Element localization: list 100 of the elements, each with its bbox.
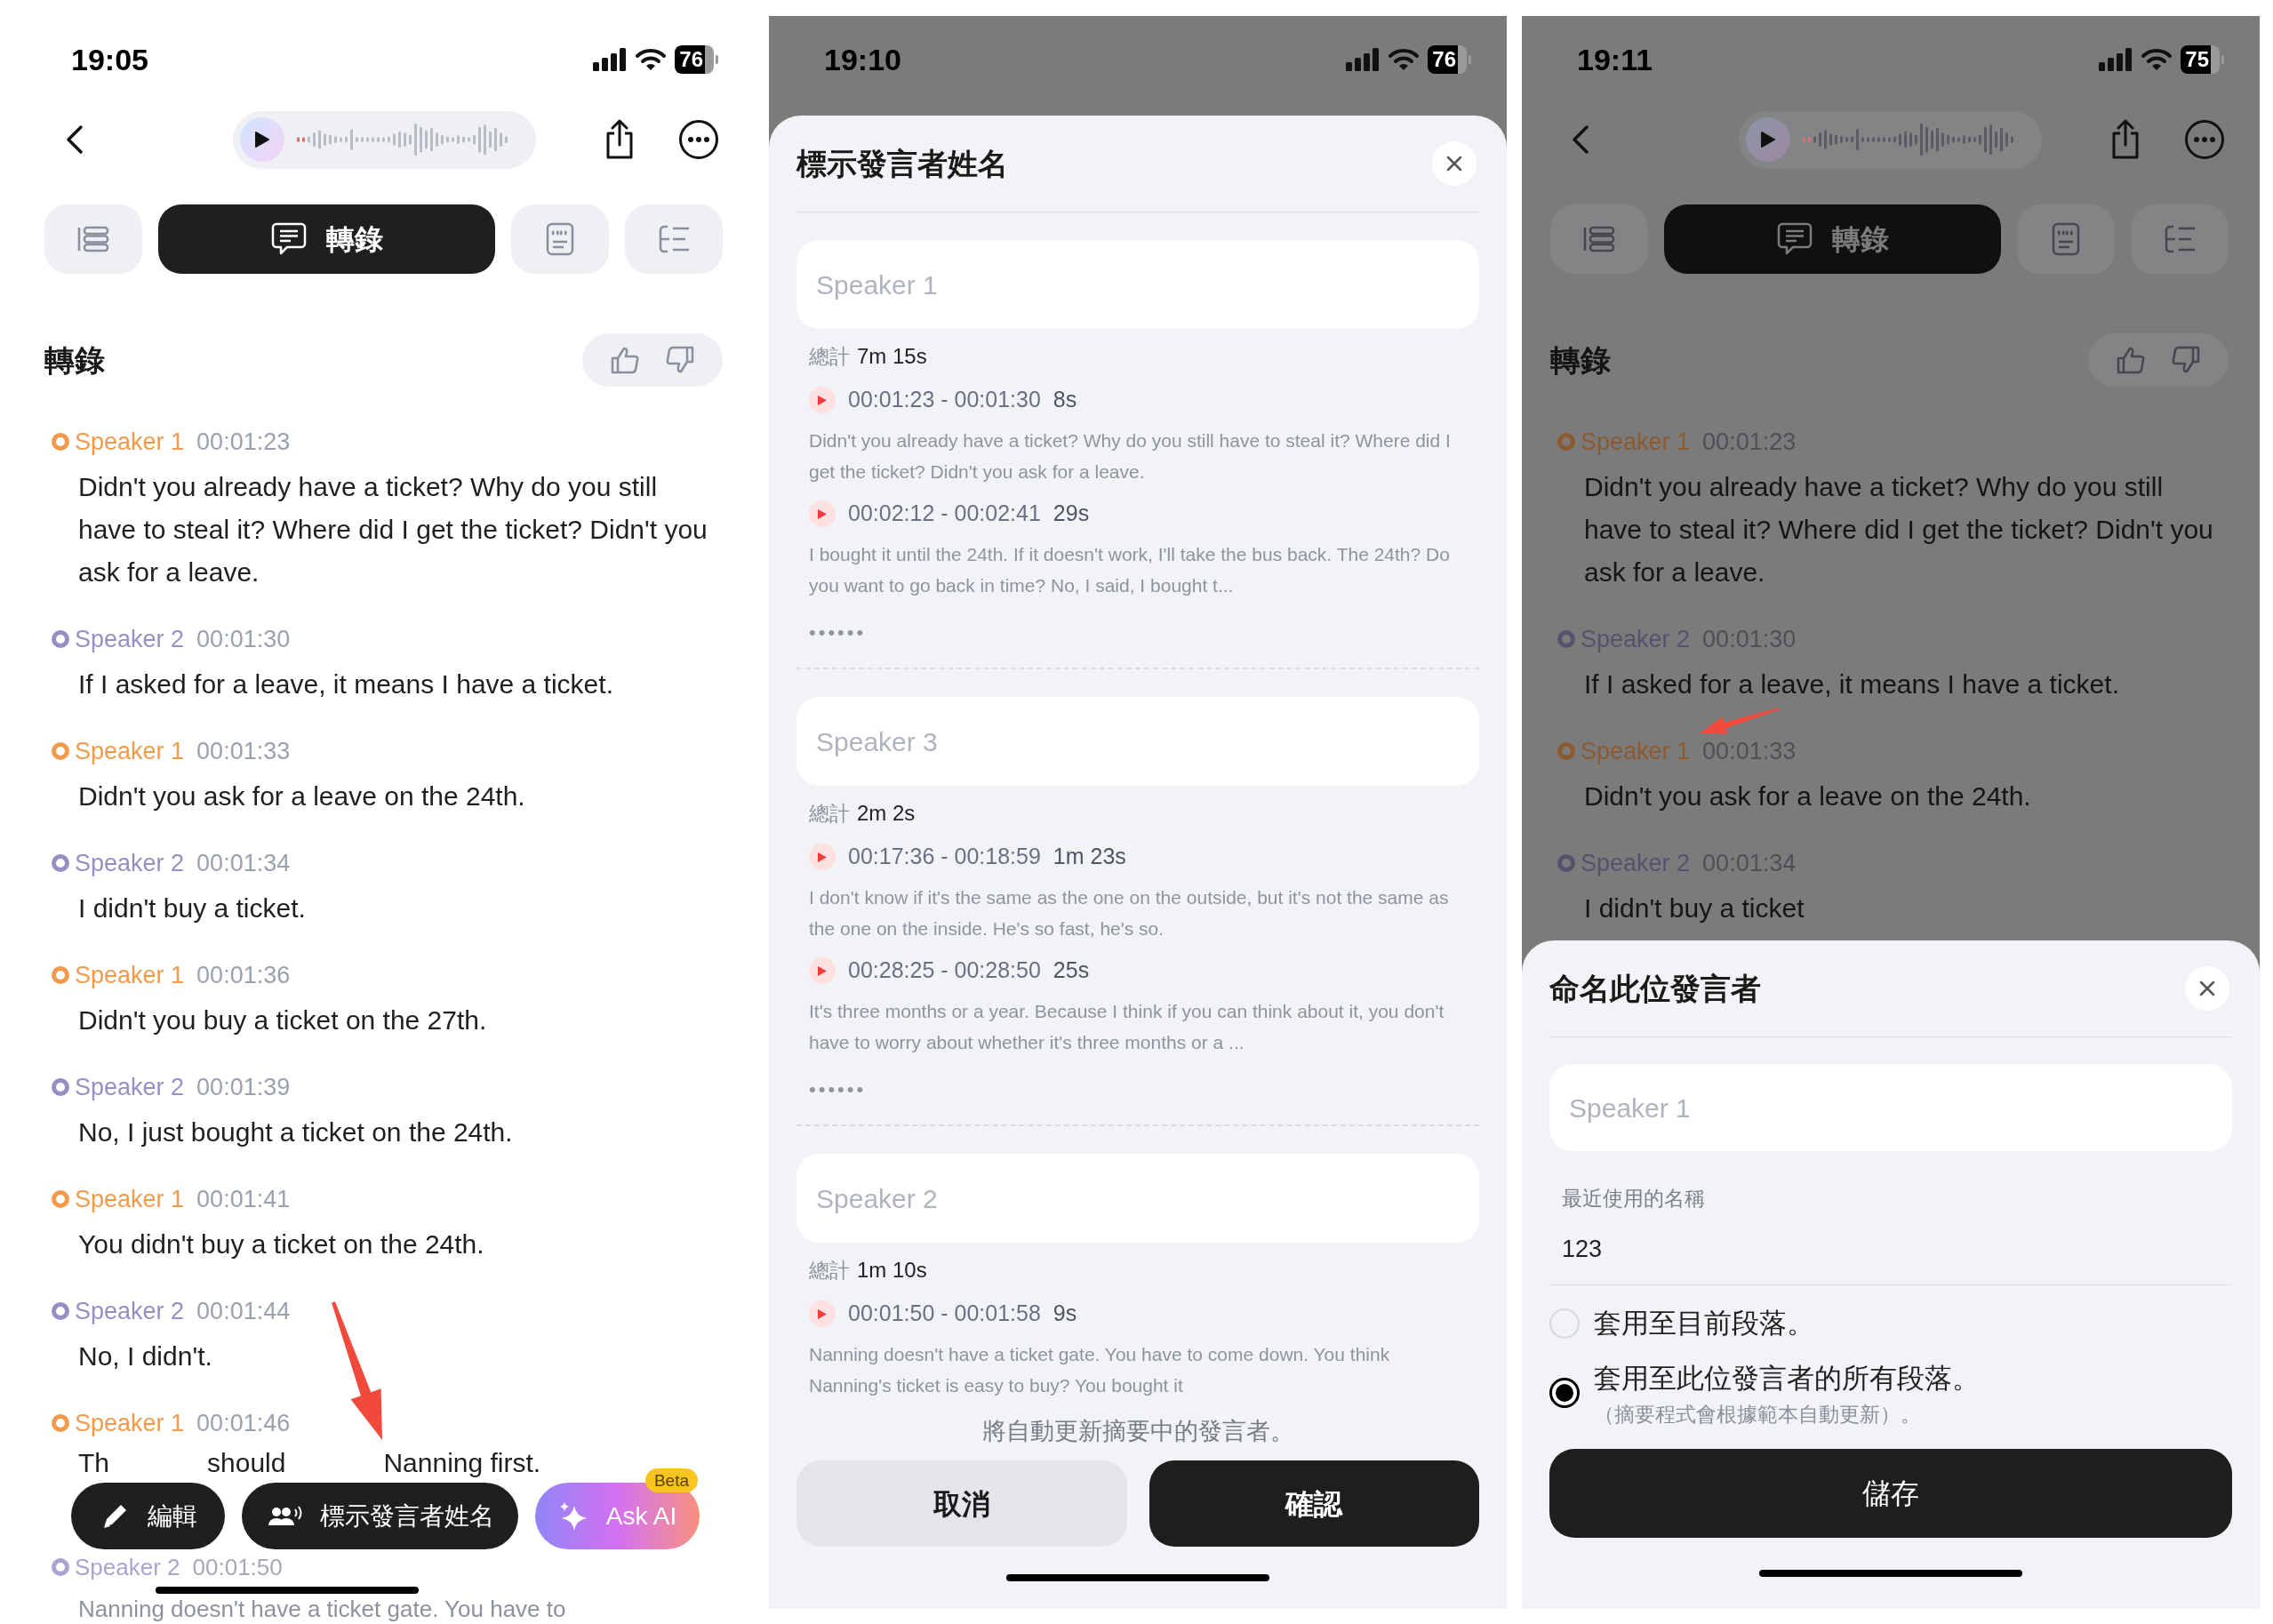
- timestamp: 00:01:23: [196, 427, 291, 457]
- footer-note: 將自動更新摘要中的發言者。: [981, 1417, 1294, 1446]
- recent-names-label: 最近使用的名稱: [1562, 1185, 1705, 1212]
- sheet-title: 命名此位發言者: [1549, 970, 1761, 1007]
- battery-indicator: 75: [2181, 45, 2224, 74]
- name-field[interactable]: Speaker 1: [1549, 1064, 2232, 1151]
- battery-indicator: 76: [675, 45, 718, 74]
- time-range: 00:02:12 - 00:02:41: [848, 500, 1041, 528]
- edit-button[interactable]: 編輯: [71, 1483, 225, 1549]
- thumbs-down-button[interactable]: [2171, 346, 2201, 374]
- view-tab[interactable]: [2131, 204, 2229, 274]
- segment-duration: 29s: [1052, 500, 1090, 528]
- name-input[interactable]: Speaker 2: [816, 1178, 1460, 1219]
- label-speakers-button[interactable]: 標示發言者姓名: [242, 1483, 518, 1549]
- transcript-text: I didn't buy a ticket: [1583, 892, 1805, 924]
- view-tab[interactable]: 轉錄: [1664, 204, 2001, 274]
- wifi-icon: [636, 48, 667, 71]
- close-button[interactable]: [1432, 141, 1477, 186]
- speaker-name: Speaker 2: [75, 624, 185, 654]
- speaker-name: Speaker 1: [75, 427, 185, 457]
- name-input[interactable]: Speaker 1: [1569, 1087, 2213, 1128]
- speaker-name: Speaker 1: [75, 960, 185, 990]
- play-button[interactable]: [240, 117, 284, 162]
- close-icon: [2199, 980, 2215, 996]
- segment-text: Nanning doesn't have a ticket gate. You have to come down. You think Nanning's ticket is easy to buy? You bought it: [808, 1343, 1391, 1397]
- transcript-text: Didn't you buy a ticket on the 27th.: [77, 1004, 488, 1036]
- view-tab[interactable]: [2017, 204, 2115, 274]
- transcript-text: If I asked for a leave, it means I have a ticket.: [1583, 668, 2120, 700]
- quote-card-icon: [546, 222, 574, 256]
- view-tab[interactable]: [511, 204, 609, 274]
- confirm-button[interactable]: 確認: [1149, 1460, 1479, 1547]
- wifi-icon: [2141, 48, 2173, 71]
- outline-icon: [2163, 225, 2197, 253]
- total-label: 總計: [809, 800, 850, 827]
- play-icon: [817, 394, 828, 406]
- list-icon: [1583, 226, 1615, 252]
- thumbs-up-button[interactable]: [610, 346, 640, 374]
- play-icon: [817, 964, 828, 977]
- view-tab[interactable]: 轉錄: [158, 204, 495, 274]
- total-duration: 1m 10s: [857, 1257, 927, 1284]
- transcript-text: Nanning doesn't have a ticket gate. You have to: [77, 1596, 567, 1621]
- transcript-text: I didn't buy a ticket.: [77, 892, 307, 924]
- view-tab[interactable]: [1550, 204, 1648, 274]
- time-range: 00:28:25 - 00:28:50: [848, 956, 1041, 985]
- time-range: 00:01:23 - 00:01:30: [848, 386, 1041, 414]
- speaker-name: Speaker 2: [75, 848, 185, 878]
- option-note: （摘要程式會根據範本自動更新）。: [1594, 1402, 1922, 1428]
- total-duration: 2m 2s: [857, 800, 916, 827]
- status-time: 19:05: [71, 41, 148, 78]
- save-button[interactable]: 儲存: [1549, 1449, 2232, 1538]
- sheet-title: 標示發言者姓名: [796, 145, 1008, 182]
- total-label: 總計: [809, 343, 850, 370]
- more-button[interactable]: [678, 119, 719, 160]
- name-field[interactable]: Speaker 1: [796, 240, 1479, 329]
- segment-duration: 25s: [1052, 956, 1090, 985]
- speaker-name: Speaker 1: [1581, 736, 1691, 766]
- timestamp: 00:01:39: [196, 1072, 291, 1102]
- time-range: 00:01:50 - 00:01:58: [848, 1300, 1041, 1328]
- timestamp: 00:01:41: [196, 1184, 291, 1214]
- play-icon: [817, 1308, 828, 1320]
- chevron-left-icon: [66, 124, 84, 155]
- timestamp: 00:01:30: [196, 624, 291, 654]
- play-button[interactable]: [1746, 117, 1790, 162]
- play-icon: [254, 131, 270, 148]
- transcript-text: should: [207, 1447, 286, 1479]
- timestamp: 00:01:36: [196, 960, 291, 990]
- play-icon: [817, 851, 828, 863]
- cancel-button[interactable]: 取消: [796, 1460, 1127, 1547]
- transcript-text: No, I didn't.: [77, 1340, 213, 1372]
- signal-icon: [593, 48, 628, 71]
- name-input[interactable]: Speaker 3: [816, 721, 1460, 762]
- name-input[interactable]: Speaker 1: [816, 264, 1460, 305]
- speaker-name: Speaker 2: [75, 1072, 185, 1102]
- timestamp: 00:01:46: [196, 1408, 291, 1438]
- segment-text: I bought it until the 24th. If it doesn't work, I'll take the bus back. The 24th? Do you want to go back in time? No, I said, I bought t...: [808, 543, 1451, 597]
- chevron-left-icon: [1572, 124, 1589, 155]
- play-icon: [817, 508, 828, 520]
- timestamp: 00:01:44: [196, 1296, 291, 1326]
- recent-name[interactable]: 123: [1562, 1230, 1603, 1268]
- transcript-text: Didn't you ask for a leave on the 24th.: [1583, 780, 2032, 812]
- chat-bubble-icon: [1776, 222, 1813, 256]
- outline-icon: [657, 225, 691, 253]
- close-button[interactable]: [2185, 966, 2229, 1011]
- radio-button[interactable]: [1549, 1378, 1580, 1408]
- status-time: 19:11: [1577, 41, 1653, 78]
- transcript-text: Didn't you already have a ticket? Why do you still have to steal it? Where did I get the ticket? Didn't you ask for a leave.: [1583, 471, 2214, 588]
- status-time: 19:10: [824, 41, 901, 78]
- thumbs-down-button[interactable]: [665, 346, 695, 374]
- view-tab[interactable]: [44, 204, 142, 274]
- more-icon: [678, 119, 719, 160]
- thumbs-up-button[interactable]: [2116, 346, 2146, 374]
- speaker-name: Speaker 2: [75, 1552, 180, 1582]
- close-icon: [1446, 156, 1462, 172]
- transcript-text: Didn't you ask for a leave on the 24th.: [77, 780, 526, 812]
- option-label: 套用至目前段落。: [1594, 1307, 1814, 1340]
- timestamp: 00:01:50: [192, 1552, 283, 1582]
- view-tab[interactable]: [625, 204, 723, 274]
- name-field[interactable]: Speaker 2: [796, 1154, 1479, 1243]
- name-field[interactable]: Speaker 3: [796, 697, 1479, 786]
- speaker-name: Speaker 1: [1581, 427, 1691, 457]
